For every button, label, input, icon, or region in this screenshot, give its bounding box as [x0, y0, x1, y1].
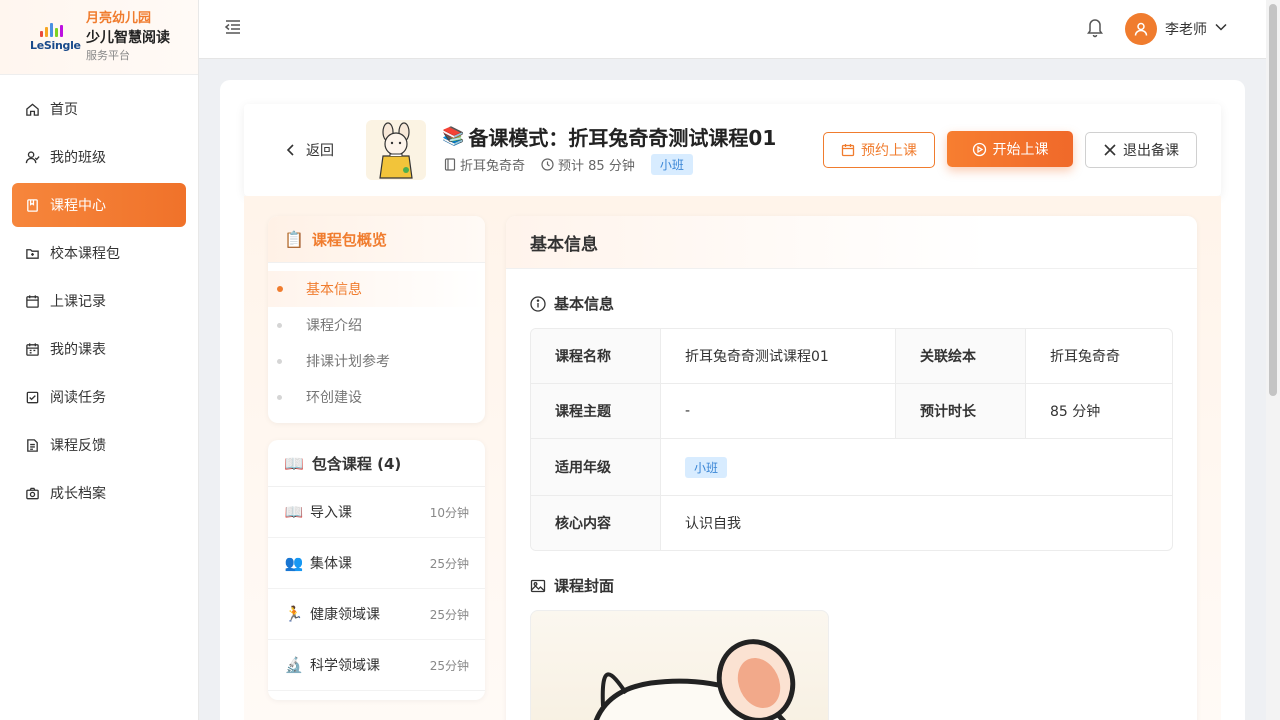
- chevron-left-icon: [286, 144, 294, 156]
- sidebar-item-class-records[interactable]: 上课记录: [12, 279, 186, 323]
- detail-panel: 基本信息 基本信息 课程名称 折耳兔奇奇测试课程01 关联绘本 折耳兔奇奇 课程…: [506, 216, 1197, 720]
- bell-icon[interactable]: [1085, 16, 1105, 38]
- grade-tag: 小班: [650, 154, 693, 175]
- course-item[interactable]: 🔬 科学领域课 25分钟: [268, 640, 485, 691]
- calendar-icon: [24, 293, 40, 309]
- overview-item-course-intro[interactable]: 课程介绍: [268, 307, 485, 343]
- book-icon: [444, 158, 456, 171]
- book-icon: [24, 197, 40, 213]
- included-courses-panel: 📖 包含课程 (4) 📖 导入课 10分钟 👥 集体课 25分钟 🏃 健康领域课…: [268, 440, 485, 700]
- course-item[interactable]: 👥 集体课 25分钟: [268, 538, 485, 589]
- sidebar-item-my-schedule[interactable]: 我的课表: [12, 327, 186, 371]
- sidebar: LeSingle 月亮幼儿园 少儿智慧阅读 服务平台 首页 我的班级 课程中心 …: [0, 0, 199, 720]
- username[interactable]: 李老师: [1165, 19, 1207, 39]
- user-icon: [1134, 22, 1148, 36]
- org-name: 月亮幼儿园: [86, 11, 152, 26]
- play-circle-icon: [972, 142, 986, 156]
- page-scrollbar[interactable]: [1266, 0, 1280, 720]
- overview-item-environment[interactable]: 环创建设: [268, 379, 485, 415]
- table-row: 课程名称 折耳兔奇奇测试课程01 关联绘本 折耳兔奇奇: [531, 329, 1172, 384]
- overview-item-schedule-plan[interactable]: 排课计划参考: [268, 343, 485, 379]
- prep-topbar: 返回 📚 备课模式：折耳兔奇奇测试课程01 折耳兔奇奇 预计 85 分钟 小班 …: [244, 104, 1221, 196]
- top-header: 李老师: [199, 0, 1266, 59]
- table-row: 课程主题 - 预计时长 85 分钟: [531, 384, 1172, 439]
- course-cover-image: [530, 610, 829, 720]
- meta-book: 折耳兔奇奇: [460, 159, 526, 174]
- course-item[interactable]: 📖 导入课 10分钟: [268, 487, 485, 538]
- main-card: 返回 📚 备课模式：折耳兔奇奇测试课程01 折耳兔奇奇 预计 85 分钟 小班 …: [220, 80, 1245, 720]
- start-class-button[interactable]: 开始上课: [947, 131, 1073, 167]
- sidebar-item-classes[interactable]: 我的班级: [12, 135, 186, 179]
- runner-icon: 🏃: [284, 605, 304, 623]
- folder-icon: [24, 245, 40, 261]
- sidebar-item-reading-tasks[interactable]: 阅读任务: [12, 375, 186, 419]
- books-icon: 📚: [442, 126, 465, 147]
- overview-header: 📋 课程包概览: [268, 216, 485, 263]
- avatar[interactable]: [1125, 13, 1157, 45]
- camera-icon: [24, 485, 40, 501]
- task-check-icon: [24, 389, 40, 405]
- grade-tag: 小班: [685, 456, 728, 478]
- calendar-icon: [841, 144, 855, 157]
- course-item[interactable]: 🏃 健康领域课 25分钟: [268, 589, 485, 640]
- sidebar-nav: 首页 我的班级 课程中心 校本课程包 上课记录 我的课表 阅读任务 课程反馈 成…: [0, 75, 198, 515]
- package-overview-panel: 📋 课程包概览 基本信息 课程介绍 排课计划参考 环创建设: [268, 216, 485, 423]
- notebook-icon: 📋: [284, 229, 304, 249]
- page-title: 📚 备课模式：折耳兔奇奇测试课程01: [442, 126, 777, 150]
- meta-duration: 预计 85 分钟: [558, 159, 635, 174]
- people-icon: 👥: [284, 554, 304, 572]
- table-row: 核心内容 认识自我: [531, 496, 1172, 550]
- exit-prep-button[interactable]: 退出备课: [1085, 132, 1197, 168]
- sidebar-item-home[interactable]: 首页: [12, 87, 186, 131]
- overview-item-basic-info[interactable]: 基本信息: [268, 271, 485, 307]
- menu-collapse-icon[interactable]: [223, 17, 243, 37]
- microscope-icon: 🔬: [284, 656, 304, 674]
- section-cover: 课程封面: [530, 575, 614, 596]
- brand-header: LeSingle 月亮幼儿园 少儿智慧阅读 服务平台: [0, 0, 198, 75]
- feedback-icon: [24, 437, 40, 453]
- sidebar-item-growth-archive[interactable]: 成长档案: [12, 471, 186, 515]
- section-basic-info: 基本信息: [530, 293, 614, 314]
- sidebar-item-course-feedback[interactable]: 课程反馈: [12, 423, 186, 467]
- info-icon: [530, 295, 546, 312]
- open-book-icon: 📖: [284, 503, 304, 521]
- image-icon: [530, 579, 546, 592]
- table-row: 适用年级 小班: [531, 439, 1172, 496]
- close-icon: [1104, 144, 1116, 156]
- detail-header: 基本信息: [506, 216, 1197, 269]
- courses-header: 📖 包含课程 (4): [268, 440, 485, 487]
- schedule-icon: [24, 341, 40, 357]
- course-cover-thumbnail: [366, 120, 426, 180]
- course-meta: 折耳兔奇奇 预计 85 分钟 小班: [444, 154, 693, 175]
- chevron-down-icon[interactable]: [1214, 20, 1228, 34]
- home-icon: [24, 101, 40, 117]
- platform-name: 少儿智慧阅读: [86, 30, 170, 46]
- lesingle-logo: LeSingle: [30, 17, 81, 57]
- platform-sub: 服务平台: [86, 49, 130, 62]
- sidebar-item-school-package[interactable]: 校本课程包: [12, 231, 186, 275]
- user-group-icon: [24, 149, 40, 165]
- scrollbar-thumb[interactable]: [1269, 4, 1277, 396]
- open-book-icon: 📖: [284, 453, 304, 473]
- back-button[interactable]: 返回: [284, 140, 334, 160]
- clock-icon: [541, 158, 554, 171]
- book-class-button[interactable]: 预约上课: [823, 132, 935, 168]
- basic-info-table: 课程名称 折耳兔奇奇测试课程01 关联绘本 折耳兔奇奇 课程主题 - 预计时长 …: [530, 328, 1173, 551]
- sidebar-item-course-center[interactable]: 课程中心: [12, 183, 186, 227]
